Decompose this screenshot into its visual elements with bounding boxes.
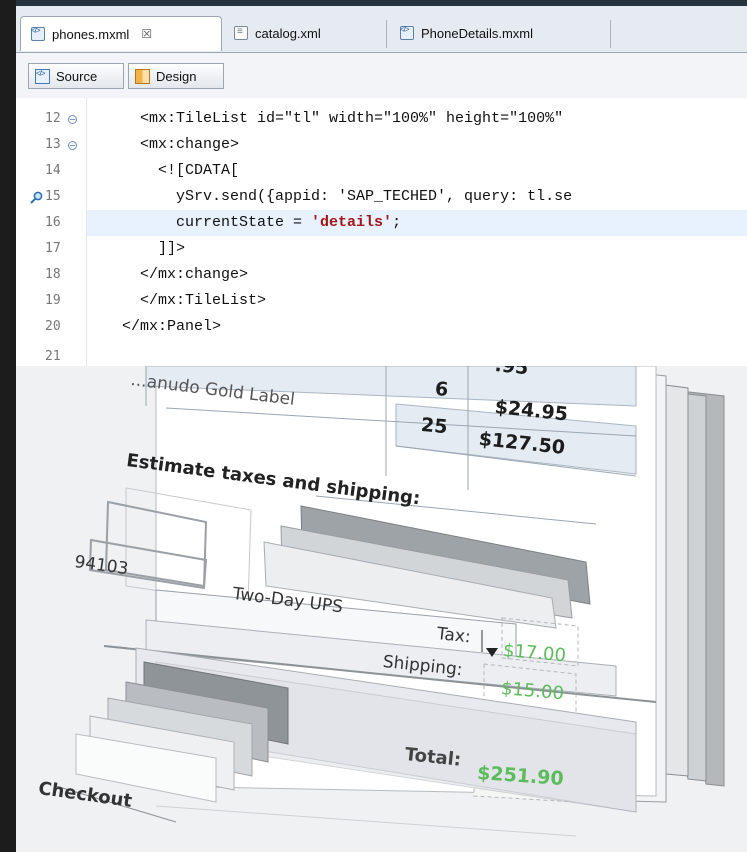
tab-divider bbox=[610, 20, 611, 48]
fold-collapse-icon[interactable]: − bbox=[68, 115, 77, 124]
search-marker-icon bbox=[30, 191, 43, 204]
tab-label: catalog.xml bbox=[255, 25, 321, 41]
line-number: 12 bbox=[45, 111, 61, 126]
line-number: 21 bbox=[45, 349, 61, 364]
mxml-file-icon bbox=[400, 25, 414, 40]
tab-label: PhoneDetails.mxml bbox=[421, 25, 533, 41]
fold-collapse-icon[interactable]: − bbox=[68, 141, 77, 150]
tab-divider bbox=[386, 20, 387, 48]
editor-mode-bar: Source Design bbox=[16, 53, 747, 98]
line-number: 18 bbox=[45, 267, 61, 282]
code-editor-window: phones.mxml ☒ catalog.xml PhoneDetails.m… bbox=[16, 0, 747, 366]
code-text: ; bbox=[392, 214, 402, 231]
line-number: 14 bbox=[45, 163, 61, 178]
code-line: <mx:TileList id="tl" width="100%" height… bbox=[104, 110, 564, 127]
code-line: </mx:Panel> bbox=[104, 318, 222, 335]
string-literal: 'details' bbox=[311, 214, 393, 231]
layered-ui-illustration: ...anudo Gold Label .95 6 $24.95 25 $127… bbox=[16, 366, 747, 852]
xml-file-icon bbox=[234, 26, 248, 40]
line-number: 17 bbox=[45, 241, 61, 256]
code-text: currentState = bbox=[104, 214, 312, 231]
code-line: </mx:TileList> bbox=[104, 292, 267, 309]
code-line: <mx:change> bbox=[104, 136, 240, 153]
line-number: 15 bbox=[45, 189, 61, 204]
line-number: 19 bbox=[45, 293, 61, 308]
code-line-current: currentState = 'details'; bbox=[104, 210, 401, 236]
line-number: 20 bbox=[45, 319, 61, 334]
source-editor[interactable]: 12 13 14 15 16 17 18 19 20 21 − − <mx:Ti… bbox=[16, 98, 747, 366]
editor-tab-bar: phones.mxml ☒ catalog.xml PhoneDetails.m… bbox=[16, 6, 747, 53]
layer-stack-graphic bbox=[55, 366, 725, 837]
tab-label: phones.mxml bbox=[52, 26, 130, 42]
design-label: Design bbox=[156, 68, 197, 84]
design-icon bbox=[135, 68, 150, 84]
design-mode-button[interactable]: Design bbox=[128, 63, 224, 89]
tab-phones-mxml[interactable]: phones.mxml ☒ bbox=[20, 16, 222, 51]
tab-catalog-xml[interactable]: catalog.xml bbox=[224, 16, 384, 50]
mxml-file-icon bbox=[31, 26, 45, 41]
line-number: 13 bbox=[45, 137, 61, 152]
row2-quantity: 6 bbox=[434, 378, 450, 402]
row3-quantity: 25 bbox=[420, 414, 449, 439]
code-line: </mx:change> bbox=[104, 266, 249, 283]
tab-phonedetails-mxml[interactable]: PhoneDetails.mxml bbox=[390, 16, 590, 50]
code-line: ySrv.send({appid: 'SAP_TECHED', query: t… bbox=[104, 188, 573, 205]
source-mode-button[interactable]: Source bbox=[28, 63, 124, 89]
source-icon bbox=[35, 68, 50, 84]
code-line: <![CDATA[ bbox=[104, 162, 240, 179]
line-number: 16 bbox=[45, 215, 61, 230]
tax-label: Tax: bbox=[435, 624, 472, 648]
code-line: ]]> bbox=[104, 240, 186, 257]
close-tab-icon[interactable]: ☒ bbox=[141, 27, 152, 41]
source-label: Source bbox=[56, 68, 98, 84]
